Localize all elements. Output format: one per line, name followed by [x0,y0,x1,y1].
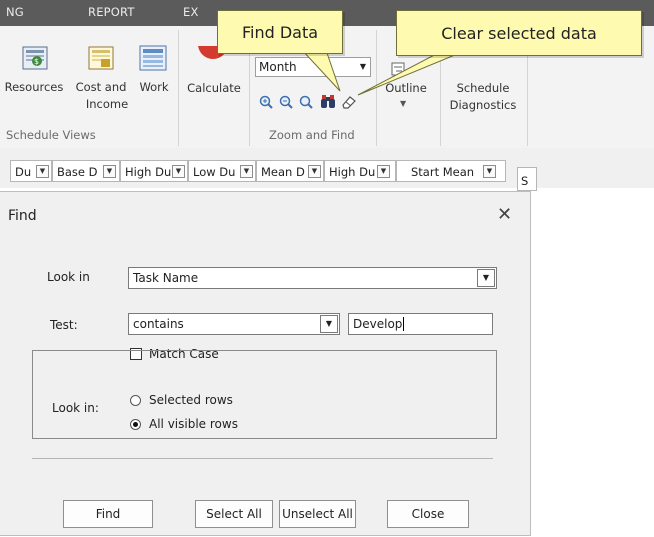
test-label: Test: [50,318,78,332]
chevron-down-icon[interactable]: ▼ [240,165,253,178]
chevron-down-icon[interactable]: ▼ [377,165,390,178]
scope-groupbox [32,350,497,439]
search-input[interactable]: Develop​ [348,313,493,335]
chevron-down-icon[interactable]: ▼ [103,165,116,178]
unselect-all-button[interactable]: Unselect All [279,500,356,528]
column-label: Base D [57,165,98,179]
look-in-label: Look in [47,270,90,284]
test-value: contains [133,317,184,331]
search-value: Develop [353,317,403,331]
column-header[interactable]: S [517,167,537,191]
select-all-button[interactable]: Select All [195,500,273,528]
column-label: Mean D [261,165,305,179]
column-label: Start Mean [411,165,475,179]
chevron-down-icon[interactable]: ▼ [483,165,496,178]
close-button[interactable]: Close [387,500,469,528]
selected-rows-label: Selected rows [149,393,233,407]
chevron-down-icon[interactable]: ▼ [36,165,49,178]
scope-label: Look in: [52,401,99,415]
chevron-down-icon[interactable]: ▼ [308,165,321,178]
column-label: S [521,174,529,188]
look-in-value: Task Name [133,271,199,285]
test-dropdown[interactable]: contains [128,313,340,335]
look-in-dropdown[interactable]: Task Name [128,267,497,289]
chevron-down-icon[interactable]: ▼ [172,165,185,178]
all-visible-rows-radio[interactable] [130,419,141,430]
column-label: High Du [329,165,376,179]
all-visible-rows-label: All visible rows [149,417,238,431]
column-label: High Du [125,165,172,179]
text-cursor: ​ [403,317,405,331]
close-icon[interactable]: ✕ [497,204,512,225]
dialog-title: Find [8,208,37,224]
find-data-callout: Find Data [217,10,343,54]
find-button[interactable]: Find [63,500,153,528]
chevron-down-icon[interactable]: ▼ [320,315,338,333]
divider [32,458,493,459]
clear-selected-callout: Clear selected data [396,10,642,56]
selected-rows-radio[interactable] [130,395,141,406]
chevron-down-icon[interactable]: ▼ [477,269,495,287]
column-label: Low Du [193,165,236,179]
column-label: Du [15,165,32,179]
